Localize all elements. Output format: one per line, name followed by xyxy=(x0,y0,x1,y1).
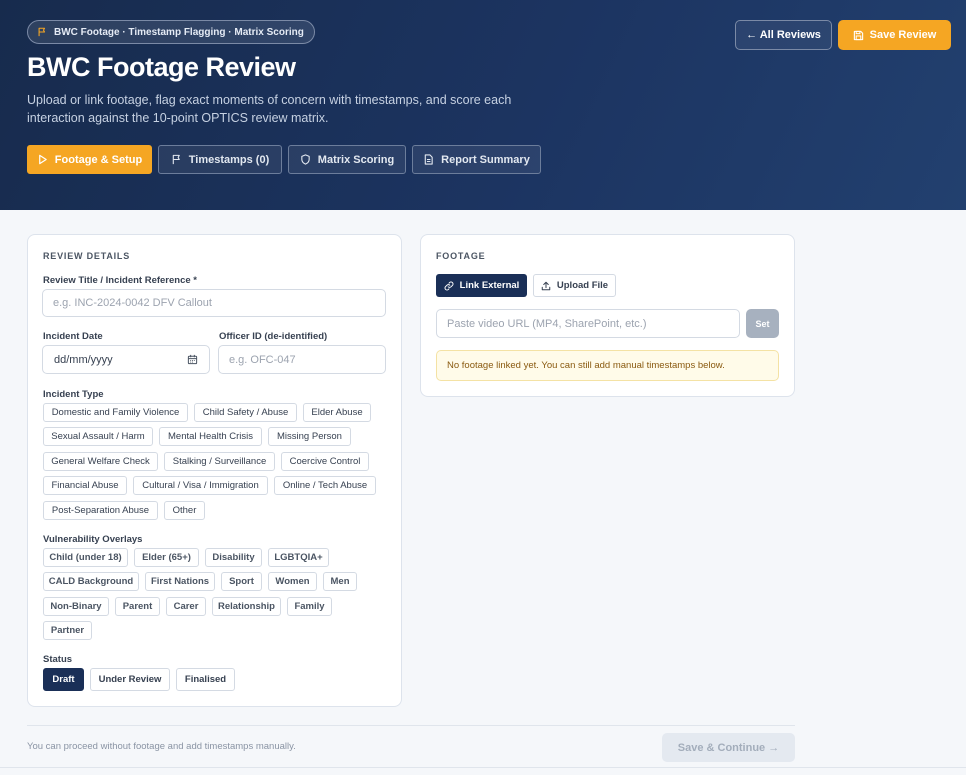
play-icon xyxy=(38,154,47,165)
calendar-icon[interactable] xyxy=(187,354,198,365)
flag-icon xyxy=(38,27,46,37)
shield-icon xyxy=(301,154,310,165)
upload-file-button[interactable]: Upload File xyxy=(533,274,616,297)
vulnerability-chip[interactable]: Women xyxy=(268,572,317,591)
incident-type-chip[interactable]: Stalking / Surveillance xyxy=(164,452,275,471)
vulnerability-chip[interactable]: Carer xyxy=(166,597,206,616)
incident-date-input[interactable]: dd/mm/yyyy xyxy=(42,345,210,374)
breadcrumb-text: BWC Footage · Timestamp Flagging · Matri… xyxy=(54,26,304,38)
page-title: BWC Footage Review xyxy=(27,52,296,82)
tab-label: Report Summary xyxy=(441,153,530,166)
vulnerability-chip[interactable]: Non-Binary xyxy=(43,597,109,616)
incident-type-chip[interactable]: Sexual Assault / Harm xyxy=(43,427,153,446)
tab-label: Matrix Scoring xyxy=(317,153,395,166)
vulnerability-chip[interactable]: Elder (65+) xyxy=(134,548,199,567)
link-icon xyxy=(444,281,454,290)
tab-matrix-scoring[interactable]: Matrix Scoring xyxy=(288,145,406,174)
incident-type-chip[interactable]: Cultural / Visa / Immigration xyxy=(133,476,268,495)
save-review-label: Save Review xyxy=(869,29,937,41)
no-footage-notice: No footage linked yet. You can still add… xyxy=(436,350,779,381)
tab-timestamps[interactable]: Timestamps (0) xyxy=(158,145,282,174)
incident-date-label: Incident Date xyxy=(43,331,103,342)
tab-label: Footage & Setup xyxy=(54,153,143,166)
incident-type-chip[interactable]: Elder Abuse xyxy=(303,403,371,422)
upload-file-label: Upload File xyxy=(556,280,609,291)
tab-report-summary[interactable]: Report Summary xyxy=(412,145,541,174)
page-bottom-divider xyxy=(0,767,966,768)
review-title-label: Review Title / Incident Reference * xyxy=(43,275,197,286)
officer-id-input[interactable] xyxy=(218,345,386,374)
footage-heading: FOOTAGE xyxy=(436,251,486,261)
tab-footage-setup[interactable]: Footage & Setup xyxy=(27,145,152,174)
status-label: Status xyxy=(43,654,73,665)
incident-type-chip[interactable]: Child Safety / Abuse xyxy=(194,403,297,422)
incident-type-chip[interactable]: Mental Health Crisis xyxy=(159,427,262,446)
incident-type-label: Incident Type xyxy=(43,389,104,400)
vulnerability-chip[interactable]: Child (under 18) xyxy=(43,548,128,567)
set-url-button[interactable]: Set xyxy=(746,309,779,338)
incident-type-chip[interactable]: Financial Abuse xyxy=(43,476,127,495)
page-description: Upload or link footage, flag exact momen… xyxy=(27,93,512,125)
vulnerability-chip[interactable]: Family xyxy=(287,597,332,616)
incident-type-chip[interactable]: Domestic and Family Violence xyxy=(43,403,188,422)
status-draft[interactable]: Draft xyxy=(43,668,84,691)
video-url-input[interactable] xyxy=(436,309,740,338)
all-reviews-label: ← All Reviews xyxy=(746,29,821,41)
vulnerability-label: Vulnerability Overlays xyxy=(43,534,143,545)
all-reviews-button[interactable]: ← All Reviews xyxy=(735,20,832,50)
officer-id-label: Officer ID (de-identified) xyxy=(219,331,328,342)
vulnerability-chip[interactable]: Sport xyxy=(221,572,262,591)
vulnerability-chip[interactable]: Partner xyxy=(43,621,92,640)
vulnerability-chip[interactable]: Relationship xyxy=(212,597,281,616)
link-external-label: Link External xyxy=(459,280,520,291)
save-review-button[interactable]: Save Review xyxy=(838,20,951,50)
save-continue-button[interactable]: Save & Continue → xyxy=(662,733,795,762)
vulnerability-chip[interactable]: CALD Background xyxy=(43,572,139,591)
incident-type-chip[interactable]: Coercive Control xyxy=(281,452,369,471)
vulnerability-chip[interactable]: LGBTQIA+ xyxy=(268,548,329,567)
flag-icon xyxy=(172,154,180,165)
incident-type-chip[interactable]: Other xyxy=(164,501,205,520)
status-finalised[interactable]: Finalised xyxy=(176,668,235,691)
incident-type-chip[interactable]: General Welfare Check xyxy=(43,452,158,471)
vulnerability-chip[interactable]: Men xyxy=(323,572,357,591)
link-external-button[interactable]: Link External xyxy=(436,274,527,297)
vulnerability-chip[interactable]: First Nations xyxy=(145,572,215,591)
incident-type-chip[interactable]: Missing Person xyxy=(268,427,351,446)
breadcrumb-pill: BWC Footage · Timestamp Flagging · Matri… xyxy=(27,20,315,44)
review-title-input[interactable] xyxy=(42,289,386,317)
save-icon xyxy=(853,30,863,40)
vulnerability-chip[interactable]: Disability xyxy=(205,548,262,567)
vulnerability-chip[interactable]: Parent xyxy=(115,597,160,616)
incident-date-value: dd/mm/yyyy xyxy=(54,353,113,366)
tab-label: Timestamps (0) xyxy=(188,153,270,166)
footer-hint: You can proceed without footage and add … xyxy=(27,741,296,752)
review-details-heading: REVIEW DETAILS xyxy=(43,251,131,261)
incident-type-chip[interactable]: Online / Tech Abuse xyxy=(274,476,376,495)
document-icon xyxy=(424,154,433,165)
footer-divider xyxy=(27,725,795,726)
status-under-review[interactable]: Under Review xyxy=(90,668,170,691)
incident-type-chip[interactable]: Post-Separation Abuse xyxy=(43,501,158,520)
page-header: BWC Footage · Timestamp Flagging · Matri… xyxy=(0,0,966,210)
upload-icon xyxy=(541,281,551,290)
